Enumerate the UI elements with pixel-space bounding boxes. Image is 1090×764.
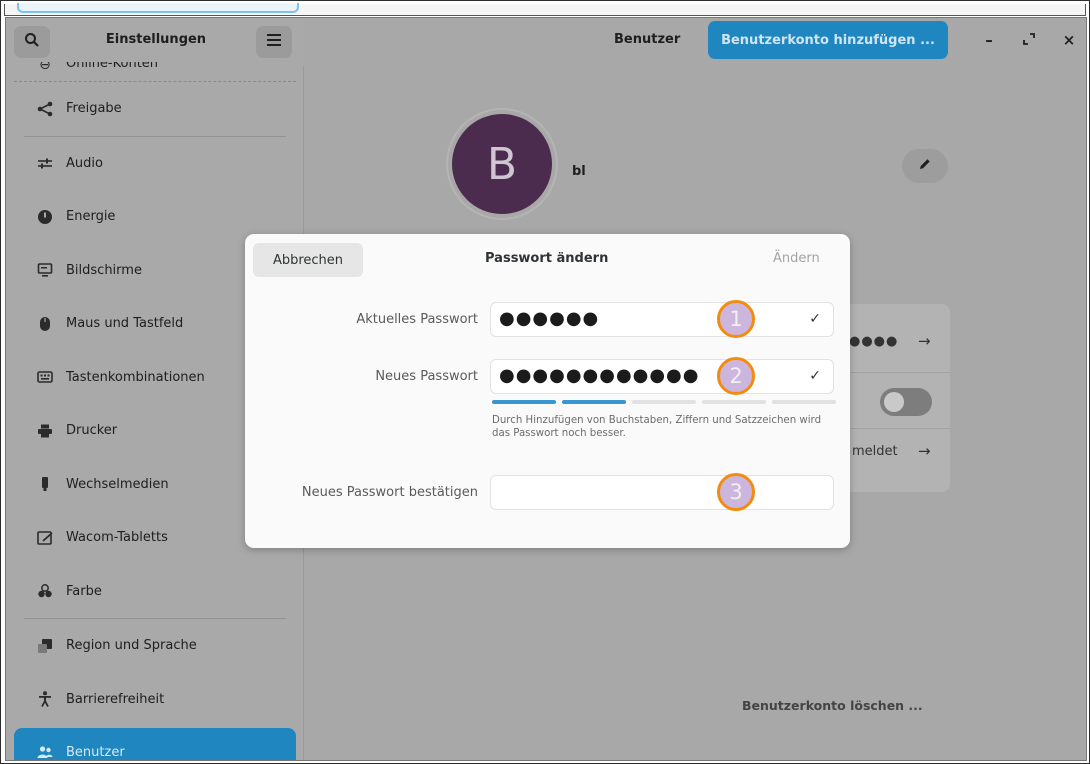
strength-segment bbox=[632, 400, 696, 404]
selection-highlight bbox=[17, 3, 299, 13]
sidebar-item-farbe[interactable]: Farbe bbox=[14, 565, 296, 619]
arrow-right-icon: → bbox=[918, 332, 931, 350]
current-password-label: Aktuelles Passwort bbox=[356, 312, 478, 327]
power-icon bbox=[34, 208, 56, 226]
tablet-icon bbox=[34, 529, 56, 547]
removable-media-icon bbox=[34, 475, 56, 493]
strength-segment bbox=[772, 400, 836, 404]
new-password-value: ●●●●●●●●●●●● bbox=[499, 365, 700, 386]
maximize-icon bbox=[1023, 31, 1035, 49]
password-strength-meter bbox=[492, 400, 836, 404]
previous-window-edge bbox=[4, 3, 1086, 16]
last-login-value[interactable]: meldet bbox=[852, 444, 898, 459]
sidebar-title: Einstellungen bbox=[105, 32, 207, 47]
sidebar-item-label: Energie bbox=[66, 209, 116, 225]
share-icon bbox=[34, 100, 56, 118]
annotation-badge-2: 2 bbox=[717, 357, 755, 395]
color-icon bbox=[34, 582, 56, 600]
new-password-field[interactable]: ●●●●●●●●●●●● ✓ bbox=[490, 359, 834, 394]
sidebar-item-benutzer[interactable]: Benutzer bbox=[14, 728, 296, 760]
edit-name-button[interactable] bbox=[902, 149, 948, 183]
users-icon bbox=[34, 743, 56, 760]
confirm-password-field[interactable] bbox=[490, 475, 834, 510]
minimize-button[interactable]: – bbox=[976, 28, 1002, 52]
current-password-value: ●●●●●● bbox=[499, 308, 600, 329]
avatar[interactable]: B bbox=[448, 110, 556, 218]
confirm-password-label: Neues Passwort bestätigen bbox=[301, 485, 478, 500]
change-password-dialog: Abbrechen Passwort ändern Ändern Aktuell… bbox=[245, 234, 850, 548]
strength-segment bbox=[702, 400, 766, 404]
auto-login-switch[interactable] bbox=[880, 388, 932, 416]
online-accounts-icon: ⊖ bbox=[39, 62, 51, 73]
sidebar-item-label: Drucker bbox=[66, 423, 118, 439]
printer-icon bbox=[34, 422, 56, 440]
maximize-button[interactable] bbox=[1016, 28, 1042, 52]
sidebar-item-label: Wechselmedien bbox=[66, 476, 169, 492]
sidebar-item-audio[interactable]: Audio bbox=[14, 137, 296, 191]
sidebar-item-label: Audio bbox=[66, 155, 103, 171]
password-hint: Durch Hinzufügen von Buchstaben, Ziffern… bbox=[492, 415, 822, 439]
search-button[interactable] bbox=[14, 26, 50, 58]
sidebar-item-barrierefreiheit[interactable]: Barrierefreiheit bbox=[14, 673, 296, 727]
dialog-title: Passwort ändern bbox=[485, 251, 609, 266]
password-row-value[interactable]: ●●●● bbox=[849, 334, 898, 349]
screenshot-frame: Einstellungen ⊖ Online-Konten Freigabe A… bbox=[0, 0, 1090, 764]
annotation-badge-1: 1 bbox=[717, 300, 755, 338]
sidebar-item-label: Wacom-Tabletts bbox=[66, 530, 168, 546]
arrow-right-icon: → bbox=[918, 442, 931, 460]
sidebar-item-label: Online-Konten bbox=[66, 62, 159, 71]
sidebar-item-label: Bildschirme bbox=[66, 262, 142, 278]
switch-knob bbox=[884, 392, 904, 412]
sidebar-header: Einstellungen bbox=[6, 18, 304, 66]
sidebar-item-online-konten[interactable]: ⊖ Online-Konten bbox=[14, 62, 296, 82]
add-account-button[interactable]: Benutzerkonto hinzufügen ... bbox=[708, 21, 948, 59]
search-icon bbox=[24, 32, 40, 52]
sidebar-item-label: Benutzer bbox=[66, 744, 125, 760]
user-name: bl bbox=[572, 164, 586, 179]
change-button[interactable]: Ändern bbox=[773, 251, 820, 266]
close-icon: × bbox=[1062, 31, 1076, 49]
sidebar-item-label: Barrierefreiheit bbox=[66, 691, 165, 707]
sidebar-item-freigabe[interactable]: Freigabe bbox=[14, 82, 296, 136]
settings-window: Einstellungen ⊖ Online-Konten Freigabe A… bbox=[5, 17, 1087, 761]
menu-button[interactable] bbox=[256, 26, 292, 58]
annotation-badge-3: 3 bbox=[717, 473, 755, 511]
minimize-icon: – bbox=[985, 31, 993, 49]
hamburger-menu-icon bbox=[267, 34, 281, 50]
strength-segment bbox=[562, 400, 626, 404]
new-password-label: Neues Passwort bbox=[375, 369, 478, 384]
display-icon bbox=[34, 261, 56, 279]
mouse-icon bbox=[34, 315, 56, 333]
region-icon bbox=[34, 637, 56, 655]
avatar-letter: B bbox=[452, 114, 552, 214]
sidebar-item-label: Maus und Tastfeld bbox=[66, 316, 184, 332]
keyboard-icon bbox=[34, 368, 56, 386]
accessibility-icon bbox=[34, 690, 56, 708]
delete-account-button[interactable]: Benutzerkonto löschen ... bbox=[742, 698, 923, 713]
sidebar-item-region-und-sprache[interactable]: Region und Sprache bbox=[14, 619, 296, 673]
cancel-button[interactable]: Abbrechen bbox=[253, 243, 363, 277]
sidebar-item-label: Region und Sprache bbox=[66, 638, 197, 654]
strength-segment bbox=[492, 400, 556, 404]
pencil-icon bbox=[918, 157, 932, 175]
current-password-field[interactable]: ●●●●●● ✓ bbox=[490, 302, 834, 337]
close-button[interactable]: × bbox=[1056, 28, 1082, 52]
checkmark-icon: ✓ bbox=[809, 368, 821, 384]
audio-sliders-icon bbox=[34, 154, 56, 172]
sidebar-item-label: Tastenkombinationen bbox=[66, 369, 205, 385]
sidebar-item-label: Farbe bbox=[66, 583, 102, 599]
checkmark-icon: ✓ bbox=[809, 311, 821, 327]
page-title: Benutzer bbox=[614, 32, 681, 47]
sidebar-item-label: Freigabe bbox=[66, 101, 122, 117]
